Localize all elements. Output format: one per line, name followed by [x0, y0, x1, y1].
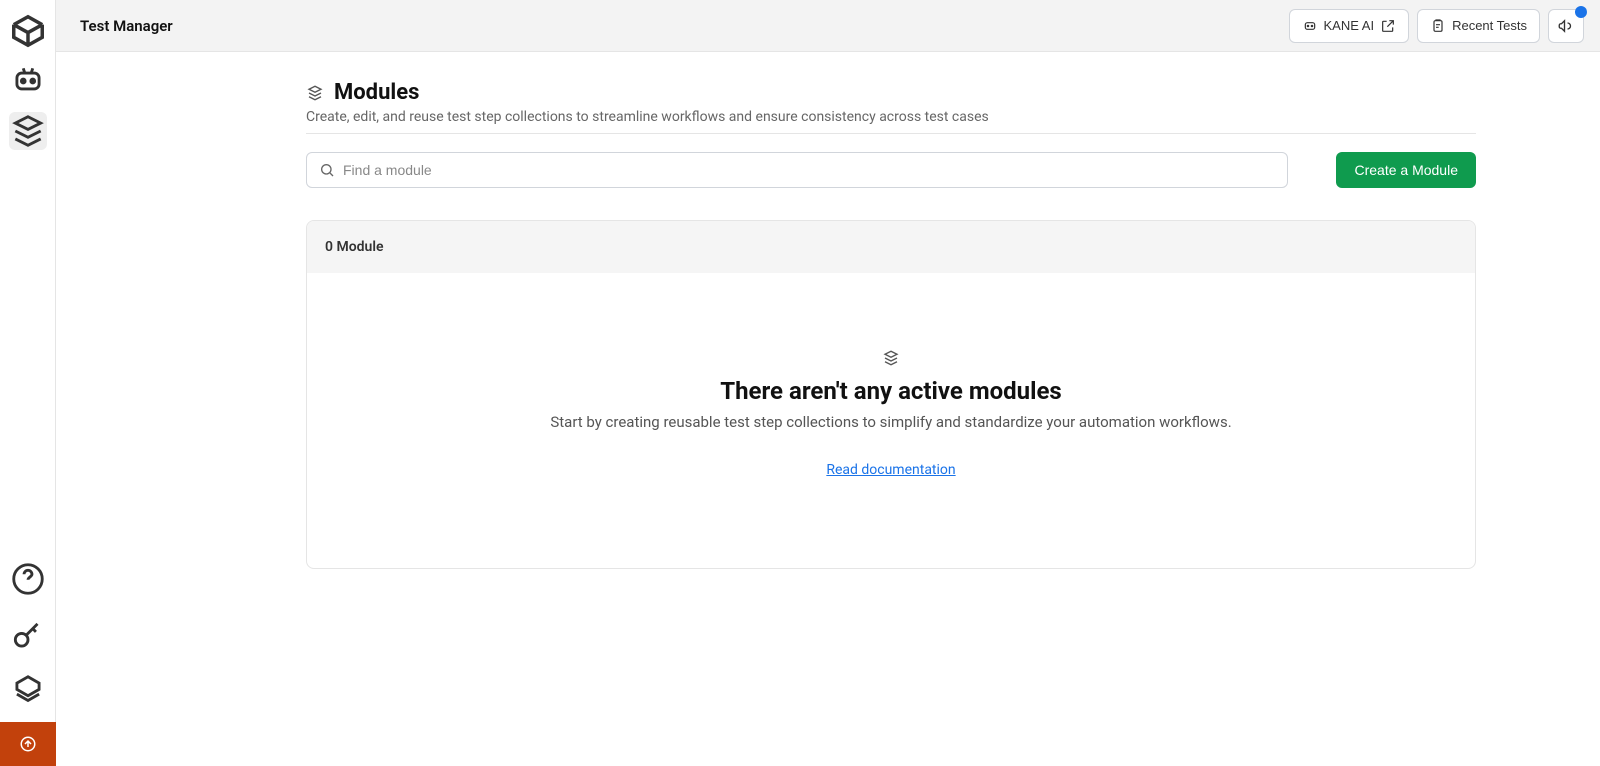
empty-state: There aren't any active modules Start by… [307, 273, 1475, 568]
module-count-label: 0 Module [307, 221, 1475, 273]
upgrade-button[interactable] [0, 722, 56, 766]
robot-icon[interactable] [9, 62, 47, 100]
divider [306, 133, 1476, 134]
create-module-button[interactable]: Create a Module [1336, 152, 1476, 188]
empty-title: There aren't any active modules [327, 377, 1455, 405]
app-title: Test Manager [80, 17, 173, 35]
modules-panel: 0 Module There aren't any active modules… [306, 220, 1476, 569]
clipboard-icon [1430, 18, 1446, 34]
main-content: Modules Create, edit, and reuse test ste… [56, 52, 1600, 766]
recent-tests-button[interactable]: Recent Tests [1417, 9, 1540, 43]
integrations-icon[interactable] [9, 672, 47, 710]
page-subtitle: Create, edit, and reuse test step collec… [306, 109, 1476, 125]
read-documentation-link[interactable]: Read documentation [826, 462, 955, 478]
left-sidebar [0, 0, 56, 766]
search-row: Create a Module [306, 152, 1476, 188]
search-icon [319, 162, 335, 178]
logo-icon[interactable] [9, 12, 47, 50]
recent-tests-label: Recent Tests [1452, 18, 1527, 33]
modules-icon[interactable] [9, 112, 47, 150]
kane-ai-button[interactable]: KANE AI [1289, 9, 1410, 43]
robot-small-icon [1302, 18, 1318, 34]
notification-dot [1575, 6, 1587, 18]
app-header: Test Manager KANE AI Recent Tests [56, 0, 1600, 52]
page-heading: Modules [306, 80, 1476, 105]
key-icon[interactable] [9, 616, 47, 654]
help-icon[interactable] [9, 560, 47, 598]
search-input[interactable] [343, 162, 1275, 178]
page-title: Modules [334, 80, 419, 105]
header-actions: KANE AI Recent Tests [1289, 9, 1585, 43]
external-link-icon [1380, 18, 1396, 34]
layers-icon [306, 84, 324, 102]
kane-ai-label: KANE AI [1324, 18, 1375, 33]
megaphone-icon [1557, 17, 1575, 35]
empty-subtitle: Start by creating reusable test step col… [327, 413, 1455, 431]
announcements-button[interactable] [1548, 9, 1584, 43]
search-box[interactable] [306, 152, 1288, 188]
empty-layers-icon [327, 349, 1455, 371]
